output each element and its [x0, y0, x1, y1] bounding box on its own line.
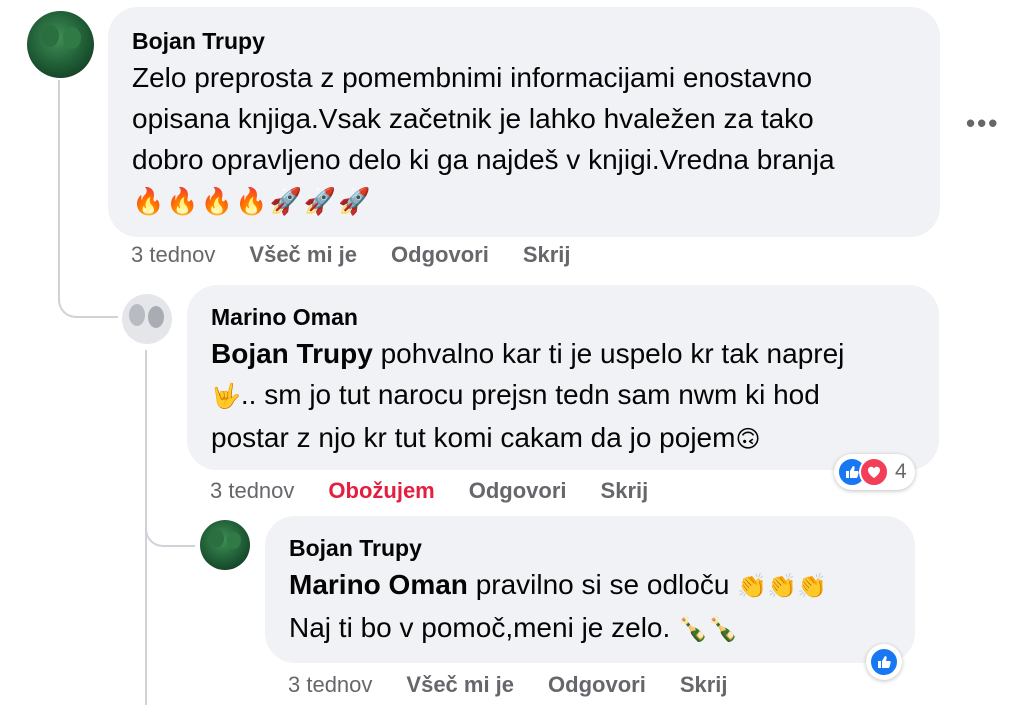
hide-button[interactable]: Skrij [680, 672, 728, 698]
avatar-face [41, 25, 59, 47]
comment-text-line: Naj ti bo v pomoč,meni je zelo. 🍾🍾 [289, 607, 891, 650]
comment-author[interactable]: Marino Oman [211, 303, 915, 331]
comment-time[interactable]: 3 tednov [131, 242, 215, 268]
comment-actions: 3 tednov Všeč mi je Odgovori Skrij [131, 242, 605, 268]
comment-time[interactable]: 3 tednov [288, 672, 372, 698]
comment-text-segment: .. sm jo tut narocu prejsn tedn sam nwm … [240, 379, 820, 410]
comment-text-line: 🤟.. sm jo tut narocu prejsn tedn sam nwm… [211, 374, 915, 417]
comment-text-line: Marino Oman pravilno si se odloču 👏👏👏 [289, 564, 891, 607]
emoji-row: 🔥🔥🔥🔥🚀🚀🚀 [132, 187, 373, 217]
like-button[interactable]: Všeč mi je [406, 672, 514, 698]
comment-text-segment: Naj ti bo v pomoč,meni je zelo. [289, 612, 679, 643]
thread-line [58, 80, 60, 302]
comment-bubble: Marino Oman Bojan Trupy pohvalno kar ti … [187, 285, 939, 470]
avatar-face [210, 530, 224, 547]
comment-text: Zelo preprosta z pomembnimi informacijam… [132, 57, 916, 223]
thread-line-curve [145, 505, 195, 547]
mention-link[interactable]: Bojan Trupy [211, 338, 373, 369]
avatar[interactable] [122, 294, 172, 344]
comment-text-line: postar z njo kr tut komi cakam da jo poj… [211, 417, 915, 460]
comment-author[interactable]: Bojan Trupy [289, 534, 891, 562]
emoji: 🤟 [211, 382, 241, 410]
reaction-summary[interactable]: 4 [834, 454, 915, 490]
avatar-face [63, 27, 81, 49]
more-options-icon[interactable]: ••• [966, 108, 999, 139]
comment-text-segment: pravilno si se odloču [467, 569, 738, 600]
comment-text-line: Zelo preprosta z pomembnimi informacijam… [132, 62, 813, 93]
comment-actions: 3 tednov Obožujem Odgovori Skrij [210, 478, 682, 504]
comment-text: Marino Oman pravilno si se odloču 👏👏👏 Na… [289, 564, 891, 650]
heart-reaction-icon [859, 457, 889, 487]
like-reaction-icon [869, 647, 899, 677]
avatar[interactable] [200, 520, 250, 570]
comment-text: Bojan Trupy pohvalno kar ti je uspelo kr… [211, 333, 915, 460]
comment-time[interactable]: 3 tednov [210, 478, 294, 504]
like-button[interactable]: Všeč mi je [249, 242, 357, 268]
avatar-face [148, 306, 164, 328]
comment-text-segment: pohvalno kar ti je uspelo kr tak naprej [372, 338, 845, 369]
comment-bubble: Bojan Trupy Marino Oman pravilno si se o… [265, 516, 915, 663]
hide-button[interactable]: Skrij [601, 478, 649, 504]
thread-line-curve [58, 270, 118, 318]
emoji: 🍾🍾 [678, 615, 738, 643]
reaction-summary[interactable] [866, 644, 902, 680]
reply-button[interactable]: Odgovori [548, 672, 646, 698]
comment-actions: 3 tednov Všeč mi je Odgovori Skrij [288, 672, 762, 698]
comment-text-line: Bojan Trupy pohvalno kar ti je uspelo kr… [211, 333, 915, 374]
mention-link[interactable]: Marino Oman [289, 569, 468, 600]
comment-bubble: Bojan Trupy Zelo preprosta z pomembnimi … [108, 7, 940, 237]
avatar-face [129, 304, 145, 326]
avatar[interactable] [27, 11, 94, 78]
avatar-face [227, 532, 241, 549]
emoji: 🙃 [735, 425, 761, 453]
comment-text-segment: postar z njo kr tut komi cakam da jo poj… [211, 422, 736, 453]
reply-button[interactable]: Odgovori [469, 478, 567, 504]
reply-button[interactable]: Odgovori [391, 242, 489, 268]
comment-text-line: dobro opravljeno delo ki ga najdeš v knj… [132, 144, 835, 175]
comment-text-line: opisana knjiga.Vsak začetnik je lahko hv… [132, 103, 814, 134]
reaction-count: 4 [895, 460, 907, 483]
emoji: 👏👏👏 [737, 572, 827, 600]
comment-author[interactable]: Bojan Trupy [132, 27, 916, 55]
hide-button[interactable]: Skrij [523, 242, 571, 268]
love-button[interactable]: Obožujem [328, 478, 434, 504]
